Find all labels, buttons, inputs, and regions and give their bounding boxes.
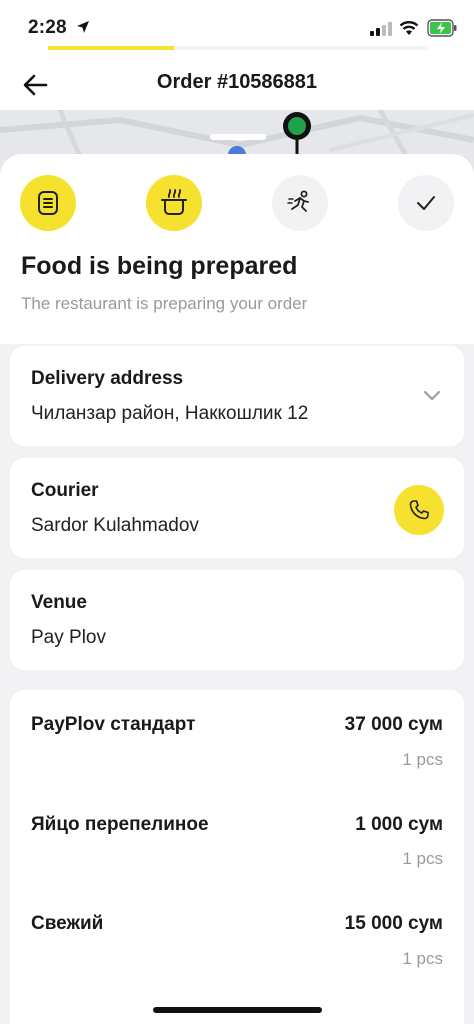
step-delivered xyxy=(398,175,454,231)
cooking-pot-icon xyxy=(161,189,187,215)
running-courier-icon xyxy=(287,190,309,212)
item-name: Яйцо перепелиное xyxy=(31,814,209,835)
order-status-sheet xyxy=(0,154,474,344)
item-name: PayPlov стандарт xyxy=(31,714,196,735)
venue-label: Venue xyxy=(31,592,87,613)
call-courier-button[interactable] xyxy=(394,485,444,535)
item-quantity: 1 pcs xyxy=(402,750,443,769)
courier-label: Courier xyxy=(31,480,99,501)
phone-icon xyxy=(409,500,429,520)
item-price: 1 000 сум xyxy=(355,814,443,835)
cellular-signal-icon xyxy=(370,22,392,36)
item-price: 37 000 сум xyxy=(344,714,443,735)
navigation-bar: Order #10586881 xyxy=(0,58,474,110)
order-status-subtitle: The restaurant is preparing your order xyxy=(21,294,308,313)
progress-line-pending xyxy=(174,46,428,50)
venue-card: Venue Pay Plov xyxy=(10,570,464,670)
item-quantity: 1 pcs xyxy=(402,849,443,868)
battery-charging-icon xyxy=(427,19,457,37)
location-arrow-icon xyxy=(77,21,89,33)
step-courier xyxy=(272,175,328,231)
chevron-down-icon[interactable] xyxy=(422,388,442,402)
courier-card: Courier Sardor Kulahmadov xyxy=(10,458,464,558)
delivery-address-label: Delivery address xyxy=(31,368,184,389)
order-status-title: Food is being prepared xyxy=(21,252,298,280)
page-title: Order #10586881 xyxy=(156,71,318,93)
courier-name: Sardor Kulahmadov xyxy=(31,515,199,536)
wifi-icon xyxy=(399,21,419,35)
order-items-card: PayPlov стандарт 37 000 сум 1 pcs Яйцо п… xyxy=(10,690,464,1024)
receipt-icon xyxy=(38,191,58,215)
progress-line-done xyxy=(48,46,174,50)
delivery-address-card[interactable]: Delivery address Чиланзар район, Наккошл… xyxy=(10,346,464,446)
item-name: Свежий xyxy=(31,913,104,934)
item-quantity: 1 pcs xyxy=(402,949,443,968)
venue-name: Pay Plov xyxy=(31,627,106,648)
step-order-received xyxy=(20,175,76,231)
step-preparing xyxy=(146,175,202,231)
home-indicator xyxy=(153,1007,322,1013)
delivery-address-value: Чиланзар район, Наккошлик 12 xyxy=(31,403,309,424)
checkmark-icon xyxy=(417,196,435,210)
status-time: 2:28 xyxy=(28,17,67,38)
sheet-drag-handle[interactable] xyxy=(210,134,266,140)
item-price: 15 000 сум xyxy=(344,913,443,934)
